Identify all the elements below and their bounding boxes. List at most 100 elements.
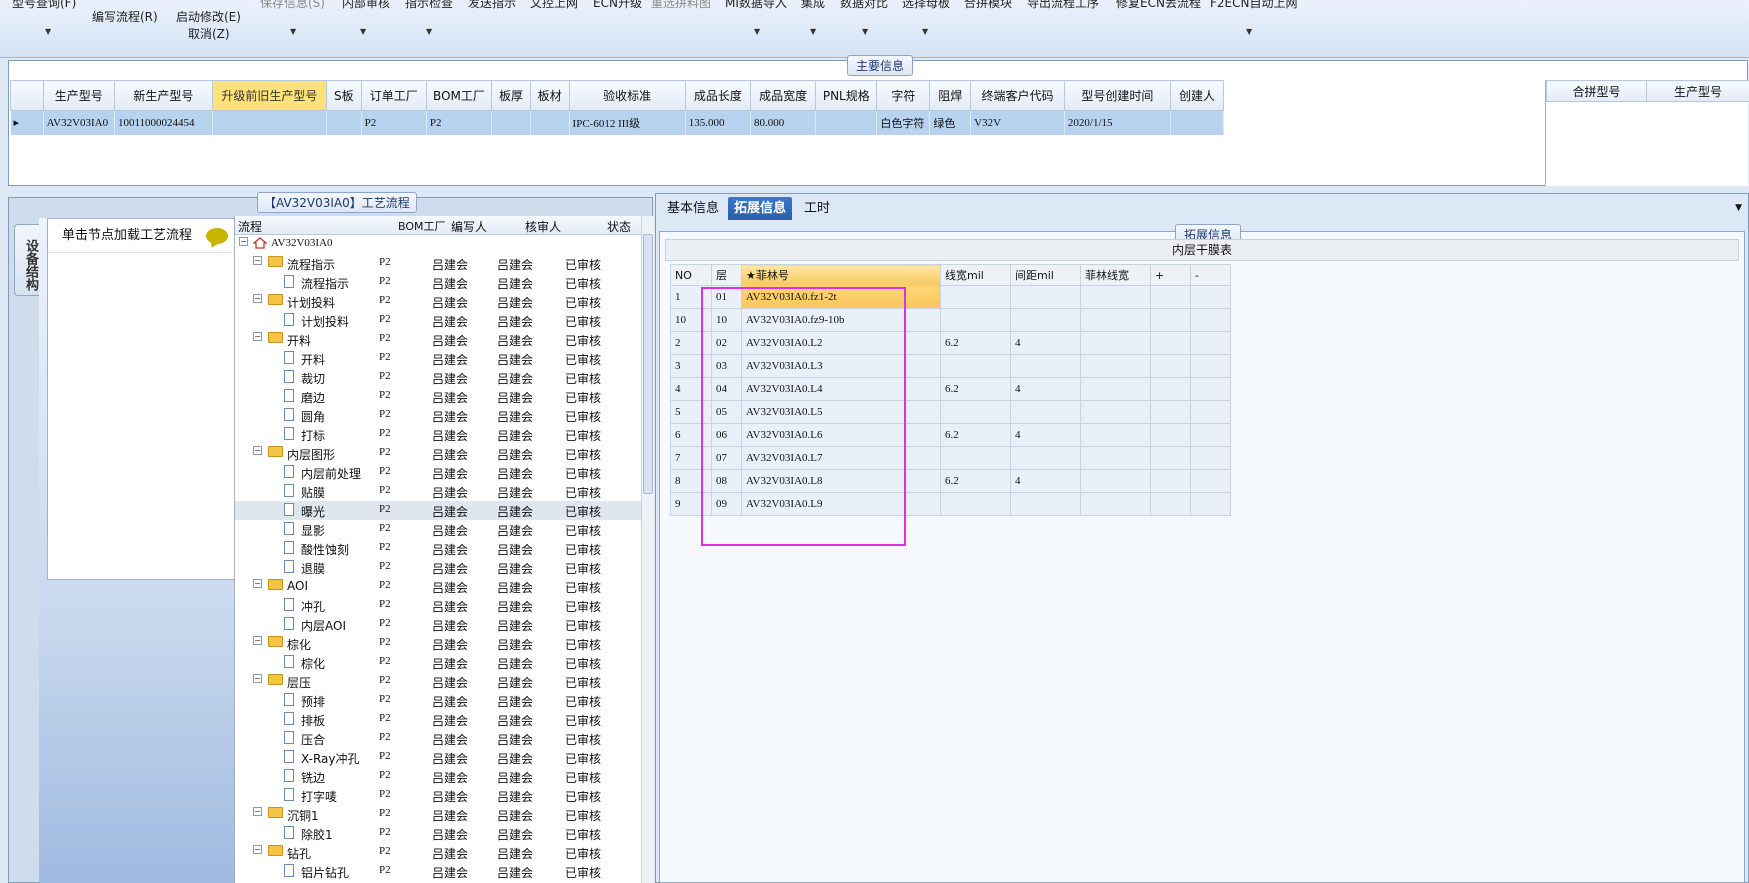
col-flow[interactable]: 流程 — [238, 218, 262, 235]
tree-node-row[interactable]: − 沉铜1 P2 吕建会 吕建会 已审核 — [235, 805, 654, 824]
cell-fl[interactable] — [1080, 308, 1151, 332]
tree-scroll-thumb[interactable] — [643, 234, 653, 494]
cell-lw[interactable]: 6.2 — [940, 469, 1011, 493]
equipment-structure-tab[interactable]: 设备结构 — [14, 224, 40, 296]
cell-ly[interactable]: 01 — [711, 285, 742, 309]
toolbar-model-query[interactable]: 型号查询(F) — [12, 0, 76, 11]
cell-fl[interactable] — [1080, 331, 1151, 355]
cell-na[interactable]: AV32V03IA0.L9 — [741, 492, 941, 516]
cell-pnl[interactable] — [815, 110, 878, 135]
col-width[interactable]: 成品宽度 — [749, 80, 817, 111]
col-film-no[interactable]: ★菲林号 — [741, 264, 941, 286]
chevron-down-icon[interactable]: ▼ — [290, 27, 296, 36]
collapse-icon[interactable]: − — [253, 807, 262, 816]
doc-online-button[interactable]: 文控上网 — [530, 0, 578, 11]
col-customer-code[interactable]: 终端客户代码 — [970, 80, 1065, 111]
tree-node-row[interactable]: 显影 P2 吕建会 吕建会 已审核 — [235, 520, 654, 539]
tree-node-row[interactable]: − 流程指示 P2 吕建会 吕建会 已审核 — [235, 254, 654, 273]
cell-na[interactable]: AV32V03IA0.L6 — [741, 423, 941, 447]
cell-lw[interactable]: 6.2 — [940, 377, 1011, 401]
col-film-line-width[interactable]: 菲林线宽 — [1080, 264, 1151, 286]
tree-node-row[interactable]: 退膜 P2 吕建会 吕建会 已审核 — [235, 558, 654, 577]
tab-work-hours[interactable]: 工时 — [798, 197, 836, 220]
col-plus[interactable]: + — [1150, 264, 1191, 286]
f2ecn-online-button[interactable]: F2ECN自动上网 — [1210, 0, 1297, 11]
table-row[interactable]: 2 02 AV32V03IA0.L2 6.2 4 — [670, 331, 1231, 355]
cell-new-model[interactable]: 10011000024454 — [114, 110, 213, 135]
col-created-time[interactable]: 型号创建时间 — [1063, 80, 1171, 111]
cell-fl[interactable] — [1080, 446, 1151, 470]
tree-node-row[interactable]: − 计划投料 P2 吕建会 吕建会 已审核 — [235, 292, 654, 311]
cell-model[interactable]: AV32V03IA0 — [43, 110, 115, 135]
cell-ly[interactable]: 04 — [711, 377, 742, 401]
table-row[interactable]: 6 06 AV32V03IA0.L6 6.2 4 — [670, 423, 1231, 447]
cell-no[interactable]: 3 — [670, 354, 712, 378]
col-line-width[interactable]: 线宽mil — [940, 264, 1011, 286]
table-row[interactable]: 3 03 AV32V03IA0.L3 — [670, 354, 1231, 378]
cell-ly[interactable]: 08 — [711, 469, 742, 493]
table-row[interactable]: 9 09 AV32V03IA0.L9 — [670, 492, 1231, 516]
col-status[interactable]: 状态 — [607, 218, 631, 235]
collapse-icon[interactable]: − — [253, 446, 262, 455]
chevron-down-icon[interactable]: ▼ — [922, 27, 928, 36]
cell-material[interactable] — [530, 110, 570, 135]
cell-mi[interactable] — [1190, 308, 1231, 332]
tree-node-row[interactable]: 开料 P2 吕建会 吕建会 已审核 — [235, 349, 654, 368]
cell-no[interactable]: 9 — [670, 492, 712, 516]
col-model[interactable]: 生产型号 — [42, 80, 115, 111]
cell-sp[interactable] — [1010, 492, 1081, 516]
cell-lw[interactable] — [940, 308, 1011, 332]
cell-length[interactable]: 135.000 — [685, 110, 751, 135]
chevron-down-icon[interactable]: ▼ — [862, 27, 868, 36]
collapse-icon[interactable]: − — [253, 636, 262, 645]
tree-node-row[interactable]: 圆角 P2 吕建会 吕建会 已审核 — [235, 406, 654, 425]
cell-pl[interactable] — [1150, 446, 1191, 470]
instruction-check-button[interactable]: 指示检查 — [405, 0, 453, 11]
tree-node-row[interactable]: 磨边 P2 吕建会 吕建会 已审核 — [235, 387, 654, 406]
tree-node-row[interactable]: 棕化 P2 吕建会 吕建会 已审核 — [235, 653, 654, 672]
col-thickness[interactable]: 板厚 — [491, 80, 531, 111]
col-merge-model[interactable]: 合拼型号 — [1546, 80, 1647, 102]
tree-node-row[interactable]: − 层压 P2 吕建会 吕建会 已审核 — [235, 672, 654, 691]
cell-mi[interactable] — [1190, 377, 1231, 401]
tree-node-row[interactable]: 酸性蚀刻 P2 吕建会 吕建会 已审核 — [235, 539, 654, 558]
cell-no[interactable]: 10 — [670, 308, 712, 332]
cell-sp[interactable] — [1010, 446, 1081, 470]
tree-node-row[interactable]: 冲孔 P2 吕建会 吕建会 已审核 — [235, 596, 654, 615]
tree-node-row[interactable]: 内层前处理 P2 吕建会 吕建会 已审核 — [235, 463, 654, 482]
cell-lw[interactable] — [940, 400, 1011, 424]
cell-no[interactable]: 6 — [670, 423, 712, 447]
cell-no[interactable]: 1 — [670, 285, 712, 309]
col-length[interactable]: 成品长度 — [684, 80, 751, 111]
cell-fl[interactable] — [1080, 469, 1151, 493]
cell-bom-factory[interactable]: P2 — [426, 110, 493, 135]
cell-mi[interactable] — [1190, 400, 1231, 424]
cell-ly[interactable]: 09 — [711, 492, 742, 516]
tab-extended-info[interactable]: 拓展信息 — [728, 197, 793, 220]
table-row[interactable]: 5 05 AV32V03IA0.L5 — [670, 400, 1231, 424]
export-process-button[interactable]: 导出流程工序 — [1027, 0, 1099, 11]
cell-na[interactable]: AV32V03IA0.L8 — [741, 469, 941, 493]
tree-node-row[interactable]: 贴膜 P2 吕建会 吕建会 已审核 — [235, 482, 654, 501]
col-s-board[interactable]: S板 — [325, 80, 362, 111]
cell-standard[interactable]: IPC-6012 III级 — [569, 110, 686, 135]
cell-sp[interactable] — [1010, 354, 1081, 378]
select-master-button[interactable]: 选择母板 — [902, 0, 950, 11]
tree-node-row[interactable]: 打字唛 P2 吕建会 吕建会 已审核 — [235, 786, 654, 805]
col-order-factory[interactable]: 订单工厂 — [360, 80, 427, 111]
table-row[interactable]: 7 07 AV32V03IA0.L7 — [670, 446, 1231, 470]
cell-sp[interactable]: 4 — [1010, 331, 1081, 355]
cell-fl[interactable] — [1080, 492, 1151, 516]
data-compare-button[interactable]: 数据对比 — [840, 0, 888, 11]
collapse-icon[interactable]: − — [239, 237, 248, 246]
col-merge-production-model[interactable]: 生产型号 — [1646, 80, 1749, 102]
cell-mi[interactable] — [1190, 331, 1231, 355]
collapse-icon[interactable]: − — [253, 256, 262, 265]
cell-creator[interactable] — [1170, 110, 1225, 135]
col-pnl[interactable]: PNL规格 — [815, 80, 878, 111]
reselect-layout-button[interactable]: 重选拼料图 — [651, 0, 711, 11]
table-row[interactable]: ▸ AV32V03IA0 10011000024454 P2 P2 IPC-60… — [10, 110, 1225, 135]
cell-lw[interactable] — [940, 285, 1011, 309]
cell-na[interactable]: AV32V03IA0.fz9-10b — [741, 308, 941, 332]
cell-pl[interactable] — [1150, 354, 1191, 378]
